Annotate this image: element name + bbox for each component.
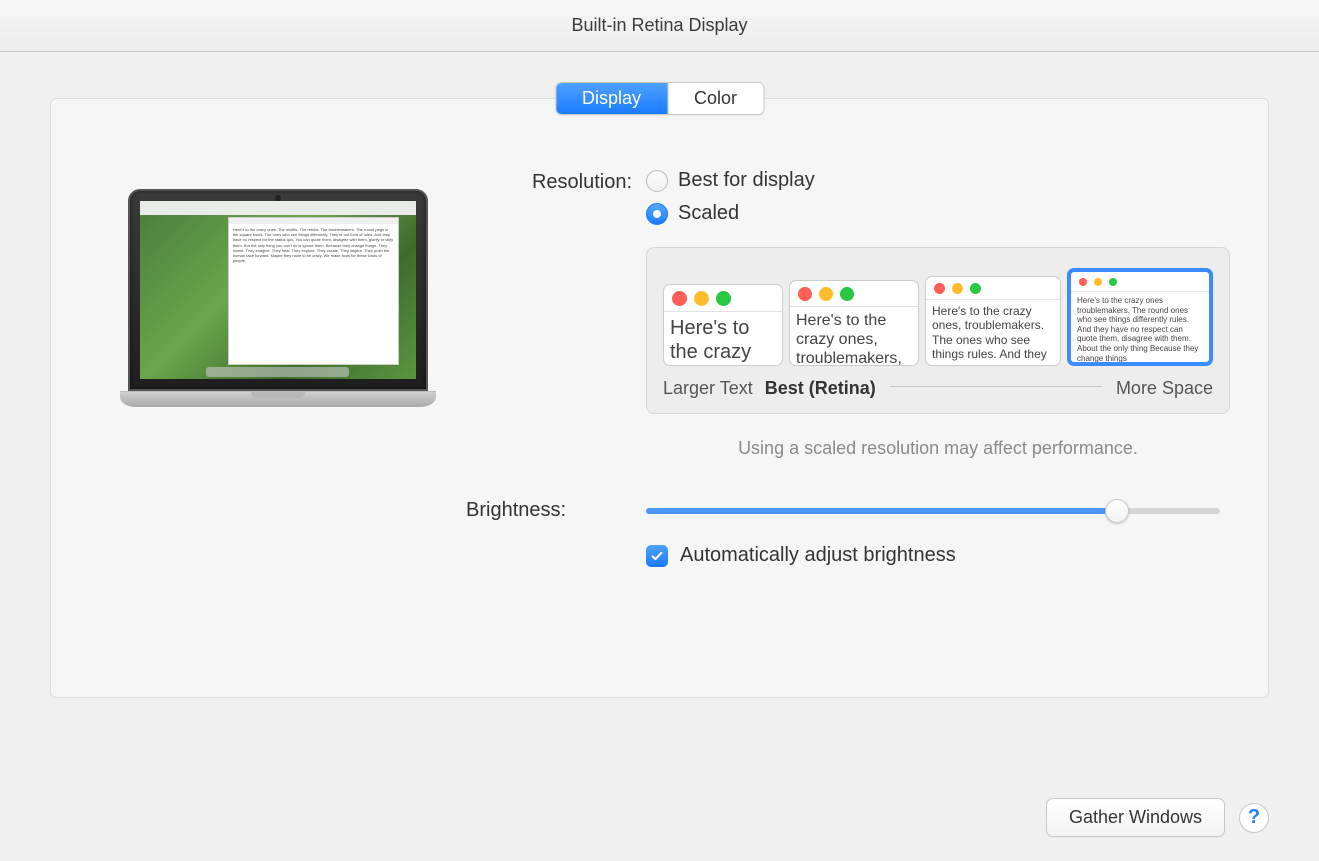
tabs-segment: Display Color [555,82,764,115]
window-title: Built-in Retina Display [571,15,747,36]
content-panel: Display Color Here's to the crazy ones. … [50,98,1269,698]
scale-label-larger: Larger Text [663,378,753,399]
resolution-option-scaled-label: Scaled [678,202,739,225]
scale-hint: Using a scaled resolution may affect per… [646,438,1230,459]
resolution-option-best[interactable]: Best for display [646,169,1230,192]
brightness-slider[interactable] [646,508,1220,514]
radio-icon [646,170,668,192]
gather-windows-button[interactable]: Gather Windows [1046,798,1225,837]
laptop-preview: Here's to the crazy ones. The misfits. T… [128,189,428,567]
resolution-option-scaled[interactable]: Scaled [646,202,1230,225]
window-body: Display Color Here's to the crazy ones. … [0,98,1319,861]
scale-option-2[interactable]: Here's to the crazy ones, troublemakers,… [789,280,919,366]
tab-color[interactable]: Color [667,83,763,114]
scale-option-3[interactable]: Here's to the crazy ones, troublemakers.… [925,276,1061,366]
scale-chooser: Here's to the crazy ones, the troublemak… [646,247,1230,414]
window-titlebar: Built-in Retina Display [0,0,1319,52]
brightness-slider-knob[interactable] [1105,499,1129,523]
scale-option-4[interactable]: Here's to the crazy ones troublemakers. … [1067,268,1213,366]
resolution-option-best-label: Best for display [678,169,815,192]
scale-option-1[interactable]: Here's to the crazy ones, the troublemak… [663,284,783,366]
brightness-label: Brightness: [466,499,646,522]
tab-display[interactable]: Display [556,83,667,114]
brightness-slider-fill [646,508,1117,514]
preview-column: Here's to the crazy ones. The misfits. T… [89,169,466,567]
scale-label-best: Best (Retina) [765,378,876,399]
scale-option-4-text: Here's to the crazy ones troublemakers. … [1071,291,1209,362]
resolution-label: Resolution: [466,169,646,194]
radio-icon [646,203,668,225]
auto-brightness-row[interactable]: Automatically adjust brightness [466,544,1230,567]
footer: Gather Windows ? [0,798,1319,837]
brightness-row: Brightness: [466,499,1230,522]
scale-option-2-text: Here's to the crazy ones, troublemakers,… [790,306,918,365]
help-button[interactable]: ? [1239,803,1269,833]
checkbox-icon [646,545,668,567]
preview-doc-text: Here's to the crazy ones. The misfits. T… [233,227,393,263]
scale-label-more: More Space [1116,378,1213,399]
auto-brightness-label: Automatically adjust brightness [680,544,956,567]
scale-option-3-text: Here's to the crazy ones, troublemakers.… [926,299,1060,365]
resolution-row: Resolution: Best for display Scaled [466,169,1230,459]
scale-option-1-text: Here's to the crazy ones, the troublemak… [664,311,782,365]
